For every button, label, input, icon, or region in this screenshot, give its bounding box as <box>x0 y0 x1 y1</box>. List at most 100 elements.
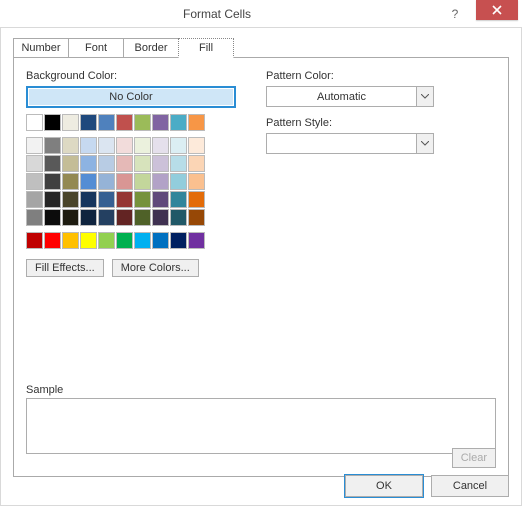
color-swatch[interactable] <box>116 173 133 190</box>
color-swatch[interactable] <box>188 114 205 131</box>
close-icon <box>492 5 502 15</box>
fill-effects-button[interactable]: Fill Effects... <box>26 259 104 277</box>
sample-preview <box>26 398 496 454</box>
color-swatch[interactable] <box>152 232 169 249</box>
color-swatch[interactable] <box>134 114 151 131</box>
color-swatch[interactable] <box>44 209 61 226</box>
color-swatch[interactable] <box>116 114 133 131</box>
color-swatch[interactable] <box>188 173 205 190</box>
color-swatch[interactable] <box>152 209 169 226</box>
pattern-color-value: Automatic <box>267 91 416 103</box>
color-swatch[interactable] <box>62 232 79 249</box>
color-swatch[interactable] <box>62 209 79 226</box>
theme-shades-grid <box>26 137 236 226</box>
color-swatch[interactable] <box>98 191 115 208</box>
color-swatch[interactable] <box>80 232 97 249</box>
color-swatch[interactable] <box>98 173 115 190</box>
tab-font[interactable]: Font <box>68 38 124 58</box>
color-swatch[interactable] <box>188 137 205 154</box>
more-colors-button[interactable]: More Colors... <box>112 259 199 277</box>
color-swatch[interactable] <box>44 173 61 190</box>
color-swatch[interactable] <box>170 114 187 131</box>
color-swatch[interactable] <box>134 173 151 190</box>
titlebar: Format Cells ? <box>0 0 522 28</box>
color-swatch[interactable] <box>116 155 133 172</box>
color-swatch[interactable] <box>26 155 43 172</box>
color-swatch-empty[interactable] <box>26 114 43 131</box>
close-button[interactable] <box>476 0 518 20</box>
color-swatch[interactable] <box>134 232 151 249</box>
color-swatch[interactable] <box>62 173 79 190</box>
color-swatch[interactable] <box>44 191 61 208</box>
fill-panel: Background Color: No Color Fill Effects.… <box>13 57 509 477</box>
pattern-style-label: Pattern Style: <box>266 117 496 129</box>
color-swatch[interactable] <box>134 209 151 226</box>
color-swatch[interactable] <box>170 209 187 226</box>
color-swatch[interactable] <box>170 137 187 154</box>
color-swatch[interactable] <box>62 155 79 172</box>
clear-button[interactable]: Clear <box>452 448 496 468</box>
help-button[interactable]: ? <box>434 4 476 24</box>
color-swatch[interactable] <box>98 155 115 172</box>
color-swatch[interactable] <box>44 114 61 131</box>
color-swatch[interactable] <box>188 209 205 226</box>
chevron-down-icon <box>416 134 433 153</box>
dialog-title: Format Cells <box>0 7 434 21</box>
tab-fill[interactable]: Fill <box>178 38 234 58</box>
color-swatch[interactable] <box>170 191 187 208</box>
color-swatch[interactable] <box>134 137 151 154</box>
color-swatch[interactable] <box>116 232 133 249</box>
color-swatch[interactable] <box>98 137 115 154</box>
color-swatch[interactable] <box>44 137 61 154</box>
pattern-style-dropdown[interactable] <box>266 133 434 154</box>
color-swatch[interactable] <box>98 209 115 226</box>
pattern-color-dropdown[interactable]: Automatic <box>266 86 434 107</box>
color-swatch[interactable] <box>152 155 169 172</box>
color-swatch[interactable] <box>134 155 151 172</box>
color-swatch[interactable] <box>188 232 205 249</box>
color-swatch[interactable] <box>80 114 97 131</box>
color-swatch[interactable] <box>98 114 115 131</box>
color-swatch[interactable] <box>116 137 133 154</box>
color-swatch[interactable] <box>152 173 169 190</box>
dialog-footer: OK Cancel <box>1 475 521 497</box>
color-swatch[interactable] <box>44 155 61 172</box>
tab-border[interactable]: Border <box>123 38 179 58</box>
color-swatch[interactable] <box>44 232 61 249</box>
background-color-label: Background Color: <box>26 70 236 82</box>
color-swatch[interactable] <box>170 155 187 172</box>
chevron-down-icon <box>416 87 433 106</box>
color-swatch[interactable] <box>134 191 151 208</box>
cancel-button[interactable]: Cancel <box>431 475 509 497</box>
color-swatch[interactable] <box>80 173 97 190</box>
color-swatch[interactable] <box>80 209 97 226</box>
color-swatch[interactable] <box>26 232 43 249</box>
color-swatch[interactable] <box>170 173 187 190</box>
color-swatch[interactable] <box>188 191 205 208</box>
color-swatch[interactable] <box>116 209 133 226</box>
theme-color-row <box>26 114 236 131</box>
color-swatch[interactable] <box>26 173 43 190</box>
color-swatch[interactable] <box>152 114 169 131</box>
color-swatch[interactable] <box>152 137 169 154</box>
color-swatch[interactable] <box>62 191 79 208</box>
tab-number[interactable]: Number <box>13 38 69 58</box>
color-swatch[interactable] <box>26 209 43 226</box>
color-swatch[interactable] <box>188 155 205 172</box>
ok-button[interactable]: OK <box>345 475 423 497</box>
color-swatch[interactable] <box>62 137 79 154</box>
color-swatch[interactable] <box>26 191 43 208</box>
no-color-button[interactable]: No Color <box>26 86 236 108</box>
color-swatch[interactable] <box>80 155 97 172</box>
color-swatch[interactable] <box>98 232 115 249</box>
color-swatch[interactable] <box>80 191 97 208</box>
tab-strip: Number Font Border Fill <box>13 38 509 58</box>
pattern-color-label: Pattern Color: <box>266 70 496 82</box>
color-swatch[interactable] <box>152 191 169 208</box>
color-swatch[interactable] <box>170 232 187 249</box>
color-swatch[interactable] <box>80 137 97 154</box>
no-color-label: No Color <box>109 91 152 103</box>
color-swatch[interactable] <box>62 114 79 131</box>
color-swatch[interactable] <box>26 137 43 154</box>
color-swatch[interactable] <box>116 191 133 208</box>
